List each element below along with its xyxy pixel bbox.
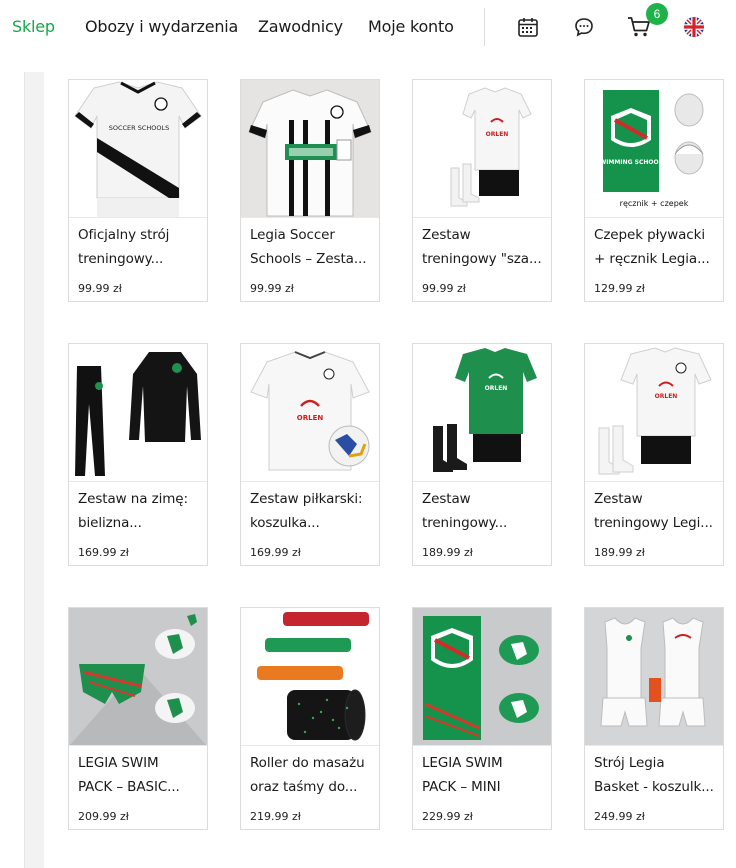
product-price: 249.99 zł bbox=[594, 810, 645, 823]
product-price: 219.99 zł bbox=[250, 810, 301, 823]
product-card[interactable]: Roller do masażu oraz taśmy do... 219.99… bbox=[240, 607, 380, 830]
uk-flag-icon[interactable] bbox=[682, 15, 706, 39]
product-image-football-set[interactable]: ORLEN bbox=[241, 344, 379, 482]
product-image-swim-pack-basic[interactable] bbox=[69, 608, 207, 746]
product-title[interactable]: Zestaw treningowy "sza... bbox=[422, 223, 546, 271]
towel-caption-text: ręcznik + czepek bbox=[620, 199, 689, 208]
product-card[interactable]: SOCCER SCHOOLS Oficjalny strój treningow… bbox=[68, 79, 208, 302]
product-image-swim-pack-mini[interactable] bbox=[413, 608, 551, 746]
product-image-basket-kit[interactable] bbox=[585, 608, 723, 746]
product-image-soccer-kit[interactable] bbox=[241, 80, 379, 218]
product-card[interactable]: ORLEN Zestaw treningowy... 189.99 zł bbox=[412, 343, 552, 566]
chat-icon[interactable] bbox=[572, 15, 596, 39]
towel-text: SWIMMING SCHOOLS bbox=[595, 159, 666, 166]
sponsor-text-3: ORLEN bbox=[485, 385, 508, 392]
product-price: 189.99 zł bbox=[594, 546, 645, 559]
sponsor-text: ORLEN bbox=[486, 131, 509, 138]
nav-link-sklep[interactable]: Sklep bbox=[12, 17, 55, 37]
product-price: 209.99 zł bbox=[78, 810, 129, 823]
product-title[interactable]: Strój Legia Basket - koszulk... bbox=[594, 751, 718, 799]
nav-link-players[interactable]: Zawodnicy bbox=[258, 17, 343, 37]
cart-count-badge: 6 bbox=[646, 3, 668, 25]
product-card[interactable]: Strój Legia Basket - koszulk... 249.99 z… bbox=[584, 607, 724, 830]
sponsor-text-4: ORLEN bbox=[655, 393, 678, 400]
sponsor-text-2: ORLEN bbox=[297, 414, 324, 422]
product-card[interactable]: ORLEN Zestaw piłkarski: koszulka... 169.… bbox=[240, 343, 380, 566]
product-image-swim-cap-towel[interactable]: SWIMMING SCHOOLS ręcznik + czepek bbox=[585, 80, 723, 218]
product-card[interactable]: Zestaw na zimę: bielizna... 169.99 zł bbox=[68, 343, 208, 566]
product-price: 129.99 zł bbox=[594, 282, 645, 295]
product-price: 99.99 zł bbox=[422, 282, 466, 295]
product-image-legia-training-set[interactable]: ORLEN bbox=[585, 344, 723, 482]
product-title[interactable]: Zestaw treningowy Legi... bbox=[594, 487, 718, 535]
product-title[interactable]: Oficjalny strój treningowy... bbox=[78, 223, 202, 271]
product-title[interactable]: Zestaw na zimę: bielizna... bbox=[78, 487, 202, 535]
product-card[interactable]: LEGIA SWIM PACK – BASIC... 209.99 zł bbox=[68, 607, 208, 830]
product-card[interactable]: Legia Soccer Schools – Zesta... 99.99 zł bbox=[240, 79, 380, 302]
product-price: 169.99 zł bbox=[78, 546, 129, 559]
nav-divider bbox=[484, 8, 485, 46]
nav-link-my-account[interactable]: Moje konto bbox=[368, 17, 454, 37]
product-image-soccer-shirt[interactable]: SOCCER SCHOOLS bbox=[69, 80, 207, 218]
product-price: 229.99 zł bbox=[422, 810, 473, 823]
product-title[interactable]: Zestaw piłkarski: koszulka... bbox=[250, 487, 374, 535]
product-title[interactable]: Czepek pływacki + ręcznik Legia... bbox=[594, 223, 718, 271]
product-card[interactable]: SWIMMING SCHOOLS ręcznik + czepek Czepek… bbox=[584, 79, 724, 302]
product-card[interactable]: LEGIA SWIM PACK – MINI 229.99 zł bbox=[412, 607, 552, 830]
top-navigation: Sklep Obozy i wydarzenia Zawodnicy Moje … bbox=[0, 0, 736, 56]
sidebar-scroll-strip bbox=[24, 72, 44, 868]
product-image-training-set[interactable]: ORLEN bbox=[413, 80, 551, 218]
product-title[interactable]: Roller do masażu oraz taśmy do... bbox=[250, 751, 374, 799]
nav-link-camps-events[interactable]: Obozy i wydarzenia bbox=[85, 17, 238, 37]
product-price: 189.99 zł bbox=[422, 546, 473, 559]
product-title[interactable]: LEGIA SWIM PACK – BASIC... bbox=[78, 751, 202, 799]
product-price: 99.99 zł bbox=[250, 282, 294, 295]
product-image-winter-set[interactable] bbox=[69, 344, 207, 482]
product-title[interactable]: Legia Soccer Schools – Zesta... bbox=[250, 223, 374, 271]
product-title[interactable]: LEGIA SWIM PACK – MINI bbox=[422, 751, 546, 799]
calendar-icon[interactable] bbox=[516, 15, 540, 39]
product-price: 169.99 zł bbox=[250, 546, 301, 559]
product-image-green-training-set[interactable]: ORLEN bbox=[413, 344, 551, 482]
product-price: 99.99 zł bbox=[78, 282, 122, 295]
product-image-massage-roller[interactable] bbox=[241, 608, 379, 746]
shirt-print-text: SOCCER SCHOOLS bbox=[109, 124, 170, 132]
product-card[interactable]: ORLEN Zestaw treningowy "sza... 99.99 zł bbox=[412, 79, 552, 302]
product-title[interactable]: Zestaw treningowy... bbox=[422, 487, 546, 535]
product-card[interactable]: ORLEN Zestaw treningowy Legi... 189.99 z… bbox=[584, 343, 724, 566]
